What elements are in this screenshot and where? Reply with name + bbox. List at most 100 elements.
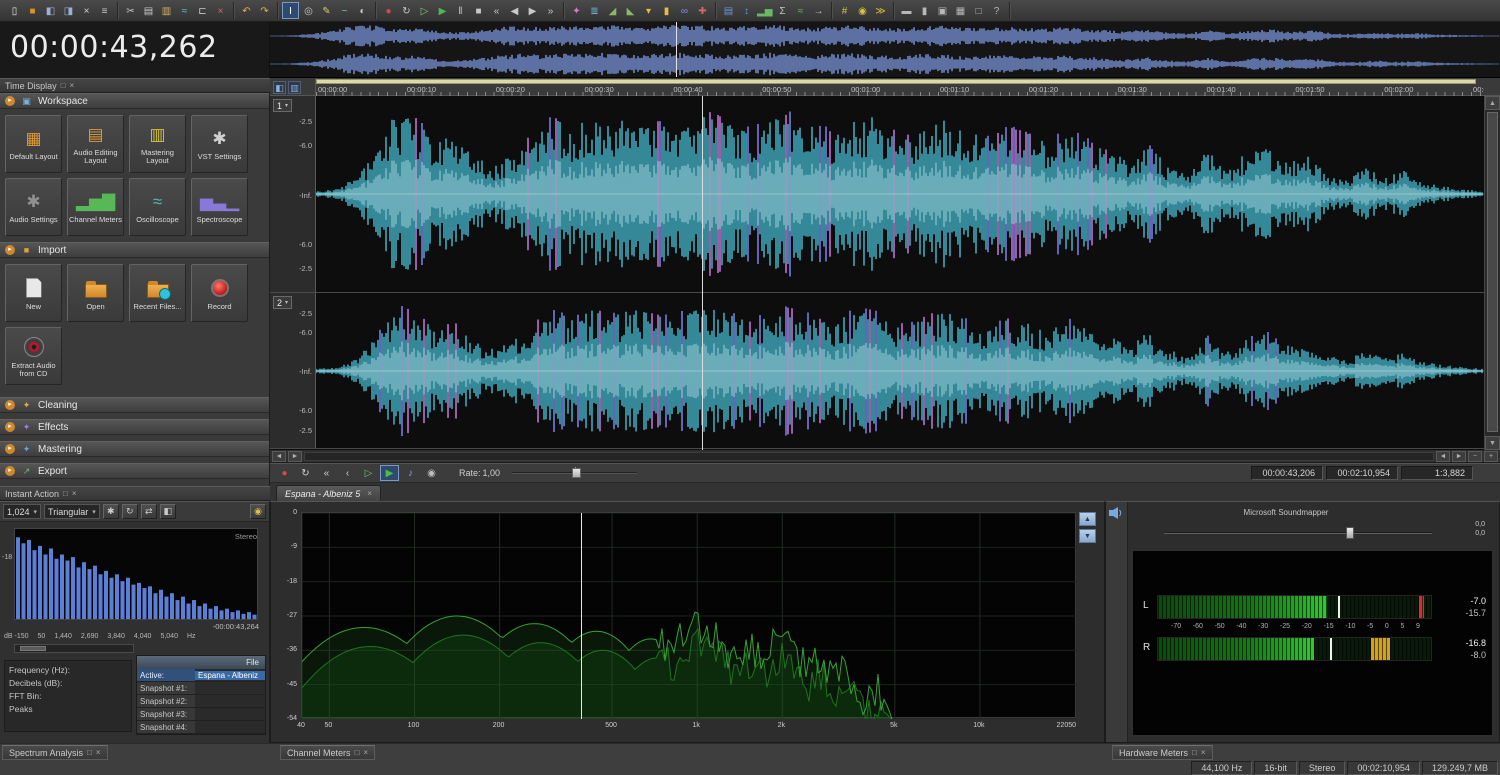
magnify-tool-icon[interactable]: ◎ — [300, 2, 317, 19]
play-icon[interactable]: ▶ — [434, 2, 451, 19]
close-panel-icon[interactable]: × — [363, 748, 368, 757]
stop-icon[interactable]: ■ — [470, 2, 487, 19]
scrollbar-track[interactable] — [304, 451, 1434, 461]
collapse-arrow-icon[interactable]: ▸ — [5, 466, 15, 476]
help-icon[interactable]: ? — [988, 2, 1005, 19]
open-icon[interactable]: ■ — [24, 2, 41, 19]
snap-settings-icon[interactable]: ▥ — [288, 80, 301, 94]
zoom-out-icon[interactable]: − — [1468, 450, 1482, 462]
scroll-left-icon[interactable]: ◄ — [1436, 450, 1450, 462]
workspace-button-channel-meters[interactable]: ▂▅▇ Channel Meters — [67, 178, 124, 236]
document-tab[interactable]: Espana - Albeniz 5 × — [276, 485, 381, 501]
workspace-section-header[interactable]: ▸ ▣ Workspace — [0, 93, 269, 109]
scroll-right-icon[interactable]: ► — [1452, 450, 1466, 462]
go-to-icon[interactable]: → — [810, 2, 827, 19]
window-type-select[interactable]: Triangular ▾ — [44, 504, 100, 519]
ruler-settings-icon[interactable]: ◧ — [273, 80, 286, 94]
overview-playhead[interactable] — [676, 22, 678, 77]
vertical-scrollbar[interactable]: ▲ ▼ — [1484, 96, 1500, 450]
panel-option-up-icon[interactable]: ▲ — [1079, 512, 1096, 526]
oscilloscope-icon[interactable]: ≈ — [792, 2, 809, 19]
spectrum-histogram[interactable] — [14, 528, 258, 620]
section-cleaning[interactable]: ▸ ✦ Cleaning — [0, 397, 269, 413]
section-mastering[interactable]: ▸ ✦ Mastering — [0, 441, 269, 457]
workspace-button-audio-editing-layout[interactable]: ▤ Audio Editing Layout — [67, 115, 124, 173]
zoom-in-icon[interactable]: + — [1484, 450, 1498, 462]
pencil-tool-icon[interactable]: ✎ — [318, 2, 335, 19]
insert-marker-icon[interactable]: ▾ — [640, 2, 657, 19]
go-to-start-icon[interactable]: « — [488, 2, 505, 19]
auto-snap-icon[interactable]: # — [836, 2, 853, 19]
fade-out-icon[interactable]: ◣ — [622, 2, 639, 19]
panel-option-down-icon[interactable]: ▼ — [1079, 529, 1096, 543]
spectrum-scrollbar[interactable] — [14, 644, 134, 653]
section-export[interactable]: ▸ ↗ Export — [0, 463, 269, 479]
workspace-button-mastering-layout[interactable]: ▥ Mastering Layout — [129, 115, 186, 173]
spectrum-analysis-icon[interactable]: ▂▅ — [756, 2, 773, 19]
mix-icon[interactable]: ≈ — [176, 2, 193, 19]
scrollbar-thumb[interactable] — [20, 646, 46, 651]
import-button-recent-files[interactable]: Recent Files... — [129, 264, 186, 322]
spectrum-graph-display[interactable] — [301, 512, 1078, 726]
waveform-channel-1[interactable]: -2.5 -6.0 -Inf. -6.0 -2.5 1 ▾ — [270, 96, 1484, 293]
playhead-cursor[interactable] — [701, 96, 703, 450]
workspace-button-audio-settings[interactable]: ✱ Audio Settings — [5, 178, 62, 236]
envelope-tool-icon[interactable]: ~ — [336, 2, 353, 19]
slider-handle[interactable] — [1346, 527, 1355, 539]
insert-region-icon[interactable]: ▮ — [658, 2, 675, 19]
close-panel-icon[interactable]: × — [96, 748, 101, 757]
overview-waveform[interactable] — [269, 22, 1500, 78]
snapshot-row[interactable]: Snapshot #1: — [137, 682, 265, 695]
horizontal-scrollbar[interactable]: ◄ ► ◄ ► − + — [270, 450, 1500, 463]
scrollbar-thumb[interactable] — [1487, 112, 1498, 432]
tile-vertical-icon[interactable]: ▮ — [916, 2, 933, 19]
scroll-left-icon[interactable]: ◄ — [272, 450, 286, 462]
float-panel-icon[interactable]: □ — [61, 81, 66, 90]
workspace-layout-icon[interactable]: ▦ — [952, 2, 969, 19]
focus-data-window-icon[interactable]: □ — [970, 2, 987, 19]
rewind-icon[interactable]: ◀ — [506, 2, 523, 19]
float-panel-icon[interactable]: □ — [1192, 748, 1197, 757]
go-to-end-icon[interactable]: » — [542, 2, 559, 19]
plugin-chain-icon[interactable]: ✚ — [694, 2, 711, 19]
slider-handle[interactable] — [572, 468, 582, 478]
float-panel-icon[interactable]: □ — [63, 489, 68, 498]
play-all-icon[interactable]: ▷ — [359, 465, 378, 481]
undo-icon[interactable]: ↶ — [238, 2, 255, 19]
workspace-button-oscilloscope[interactable]: ≈ Oscilloscope — [129, 178, 186, 236]
redo-icon[interactable]: ↷ — [256, 2, 273, 19]
ripple-mode-icon[interactable]: ≫ — [872, 2, 889, 19]
graphic-eq-icon[interactable]: ≣ — [586, 2, 603, 19]
waveform-view[interactable]: -2.5 -6.0 -Inf. -6.0 -2.5 1 ▾ -2.5 -6.0 -Inf. -… — [270, 96, 1500, 450]
close-panel-icon[interactable]: × — [72, 489, 77, 498]
float-panel-icon[interactable]: □ — [355, 748, 360, 757]
channel-converter-icon[interactable]: ▤ — [720, 2, 737, 19]
collapse-arrow-icon[interactable]: ▸ — [5, 400, 15, 410]
speaker-icon[interactable] — [1108, 506, 1124, 520]
channel-badge[interactable]: 2 ▾ — [273, 296, 293, 309]
close-icon[interactable]: × — [78, 2, 95, 19]
instant-action-panel-tab[interactable]: Instant Action □ × — [0, 486, 270, 501]
resample-icon[interactable]: ↕ — [738, 2, 755, 19]
lock-icon[interactable]: ◉ — [250, 504, 266, 519]
scroll-up-icon[interactable]: ▲ — [1485, 96, 1500, 110]
properties-icon[interactable]: ≡ — [96, 2, 113, 19]
channel-meters-panel-tab[interactable]: Channel Meters □ × — [280, 745, 376, 760]
collapse-arrow-icon[interactable]: ▸ — [5, 422, 15, 432]
pause-icon[interactable]: ‖ — [452, 2, 469, 19]
sync-icon[interactable]: ⇄ — [140, 504, 157, 519]
edit-tool-icon[interactable]: I — [282, 2, 299, 19]
copy-icon[interactable]: ▤ — [140, 2, 157, 19]
grid-toggle-icon[interactable]: ◧ — [159, 504, 176, 519]
loop-playback-icon[interactable]: ↻ — [398, 2, 415, 19]
spectrum-graph-cursor[interactable] — [581, 513, 582, 719]
new-file-icon[interactable]: ▯ — [6, 2, 23, 19]
import-button-new[interactable]: New — [5, 264, 62, 322]
channel-badge[interactable]: 1 ▾ — [273, 99, 293, 112]
time-display-panel-tab[interactable]: Time Display □ × — [0, 78, 270, 93]
save-icon[interactable]: ◧ — [42, 2, 59, 19]
cut-icon[interactable]: ✂ — [122, 2, 139, 19]
forward-icon[interactable]: ▶ — [524, 2, 541, 19]
delete-icon[interactable]: × — [212, 2, 229, 19]
cascade-windows-icon[interactable]: ▣ — [934, 2, 951, 19]
